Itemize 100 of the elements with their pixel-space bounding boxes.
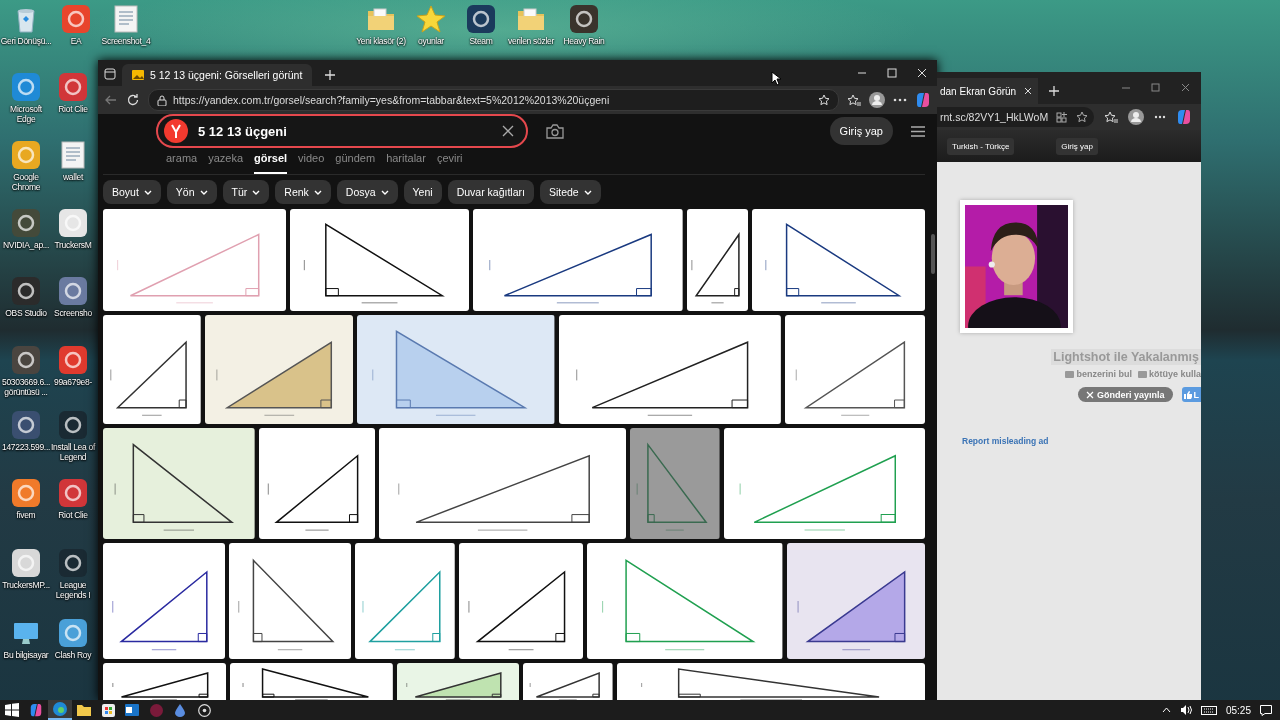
icon-label: OBS Studio bbox=[5, 308, 47, 318]
app-tile-icon[interactable] bbox=[11, 276, 41, 306]
icon-label: 50303669.6... görüntüsü ... bbox=[0, 377, 52, 397]
document-icon[interactable] bbox=[58, 140, 88, 170]
nav-tab[interactable]: çeviri bbox=[436, 148, 463, 172]
icon-label: Clash Roy bbox=[54, 650, 92, 660]
icon-label: verilen sözler bbox=[508, 36, 554, 46]
filter-button[interactable]: Dosya bbox=[336, 180, 398, 204]
profile-avatar-icon[interactable] bbox=[1128, 109, 1145, 125]
app-tile-icon[interactable] bbox=[11, 208, 41, 238]
icon-label: wallet bbox=[63, 172, 83, 182]
drop-icon[interactable] bbox=[175, 703, 185, 717]
mouse-cursor-icon bbox=[771, 71, 781, 86]
clock-text[interactable]: 05:25 bbox=[1225, 704, 1251, 716]
filter-button[interactable]: Boyut bbox=[103, 180, 161, 204]
menu-icon[interactable] bbox=[911, 125, 925, 137]
keyboard-icon[interactable] bbox=[1200, 705, 1217, 715]
chevron-icon bbox=[143, 189, 152, 195]
reload-icon[interactable] bbox=[126, 93, 140, 107]
filter-button[interactable]: Duvar kağıtları bbox=[447, 180, 534, 204]
report-link[interactable]: Report misleading ad bbox=[962, 436, 1201, 446]
share-button[interactable]: Gönderi yayınla bbox=[1077, 387, 1173, 402]
close-tab-icon[interactable] bbox=[1024, 87, 1033, 95]
icon-label: Screenshot_4 bbox=[101, 36, 151, 46]
profile-avatar-icon[interactable] bbox=[869, 92, 885, 108]
browser-tab[interactable]: 5 12 13 üçgeni: Görselleri görünt bbox=[122, 64, 313, 86]
icon-label: Install Lea of Legend bbox=[50, 442, 96, 462]
notification-icon[interactable] bbox=[1260, 704, 1272, 716]
sidebar-icon[interactable] bbox=[104, 68, 116, 80]
icon-label: Google Chrome bbox=[10, 172, 42, 192]
app-tile-icon[interactable] bbox=[58, 410, 88, 440]
back-icon[interactable] bbox=[104, 93, 118, 107]
search-field[interactable]: 5 12 13 üçgeni bbox=[156, 114, 528, 148]
swirl-logo-icon[interactable] bbox=[1176, 109, 1193, 125]
app-tile-icon[interactable] bbox=[58, 478, 88, 508]
app-tile-icon[interactable] bbox=[61, 4, 91, 34]
filter-button[interactable]: Sitede bbox=[539, 180, 601, 204]
thumbs-up-icon bbox=[1183, 390, 1192, 399]
icon-label: Microsoft Edge bbox=[9, 104, 43, 124]
app-tile-icon[interactable] bbox=[11, 410, 41, 440]
image-icon bbox=[132, 70, 144, 80]
login-button[interactable]: Giriş yap bbox=[1056, 137, 1098, 155]
lock-icon[interactable] bbox=[157, 94, 167, 106]
nav-tab[interactable]: gündem bbox=[335, 148, 376, 172]
icon-label: fivem bbox=[16, 510, 36, 520]
clear-icon[interactable] bbox=[502, 125, 514, 137]
scrollbar-thumb[interactable] bbox=[931, 234, 935, 274]
nav-tab[interactable]: video bbox=[298, 148, 325, 172]
favorite-star-icon[interactable] bbox=[1076, 111, 1089, 123]
caret-icon[interactable] bbox=[1161, 707, 1171, 713]
favorites-icon[interactable] bbox=[847, 93, 861, 107]
filter-button[interactable]: Renk bbox=[275, 180, 331, 204]
app-tile-icon[interactable] bbox=[58, 548, 88, 578]
filter-button[interactable]: Yön bbox=[166, 180, 217, 204]
icon-label: Heavy Rain bbox=[563, 36, 605, 46]
star-icon[interactable] bbox=[416, 4, 446, 34]
app-grid-icon[interactable] bbox=[1056, 111, 1069, 123]
icon-label: Steam bbox=[469, 36, 493, 46]
swirl-logo-icon[interactable] bbox=[29, 703, 43, 717]
new-tab-icon[interactable] bbox=[324, 69, 337, 81]
icon-label: oyunlar bbox=[418, 36, 444, 46]
nav-tab[interactable]: yazeka bbox=[208, 148, 244, 172]
more-icon[interactable] bbox=[893, 98, 907, 102]
chevron-icon bbox=[252, 189, 261, 195]
app-tile-icon[interactable] bbox=[11, 72, 41, 102]
app-tile-icon[interactable] bbox=[11, 478, 41, 508]
address-field[interactable]: rnt.sc/82VY1_HkLWoM bbox=[937, 107, 1095, 127]
favorites-icon[interactable] bbox=[1104, 110, 1119, 124]
document-icon[interactable] bbox=[111, 4, 141, 34]
app-tile-icon[interactable] bbox=[58, 276, 88, 306]
start-icon[interactable] bbox=[5, 703, 19, 717]
app-tile-icon[interactable] bbox=[58, 72, 88, 102]
chevron-icon bbox=[199, 189, 208, 195]
app-tile-icon[interactable] bbox=[11, 548, 41, 578]
app-tile-icon[interactable] bbox=[466, 4, 496, 34]
more-icon[interactable] bbox=[1154, 115, 1167, 119]
app-tile-icon[interactable] bbox=[58, 618, 88, 648]
y-logo-icon[interactable] bbox=[164, 119, 188, 143]
store-icon[interactable] bbox=[101, 703, 115, 717]
app-tile-icon[interactable] bbox=[58, 345, 88, 375]
login-button[interactable]: Giriş yap bbox=[829, 117, 893, 145]
nav-tab[interactable]: görsel bbox=[254, 148, 288, 174]
app-tile-icon[interactable] bbox=[569, 4, 599, 34]
browser-icon[interactable] bbox=[53, 702, 67, 716]
filter-button[interactable]: Tür bbox=[222, 180, 270, 204]
browser-tab[interactable]: dan Ekran Görün bbox=[937, 78, 1039, 104]
language-dropdown[interactable]: Turkish - Türkçe bbox=[947, 137, 1015, 155]
new-tab-icon[interactable] bbox=[1048, 85, 1061, 97]
nav-tab[interactable]: arama bbox=[166, 148, 198, 172]
app-tile-icon[interactable] bbox=[11, 345, 41, 375]
speaker-icon[interactable] bbox=[1179, 705, 1192, 715]
disc-icon[interactable] bbox=[197, 703, 211, 717]
app-tile-icon[interactable] bbox=[58, 208, 88, 238]
mail-icon[interactable] bbox=[125, 704, 139, 716]
folder-icon[interactable] bbox=[77, 704, 91, 716]
nav-tab[interactable]: haritalar bbox=[386, 148, 426, 172]
app-tile-icon[interactable] bbox=[11, 140, 41, 170]
swirl-logo-icon[interactable] bbox=[915, 92, 931, 108]
address-field[interactable]: https://yandex.com.tr/gorsel/search?family=yes&from=tabbar&text=5%2012%2013%20üçgeni bbox=[148, 89, 839, 111]
filter-button[interactable]: Yeni bbox=[403, 180, 442, 204]
